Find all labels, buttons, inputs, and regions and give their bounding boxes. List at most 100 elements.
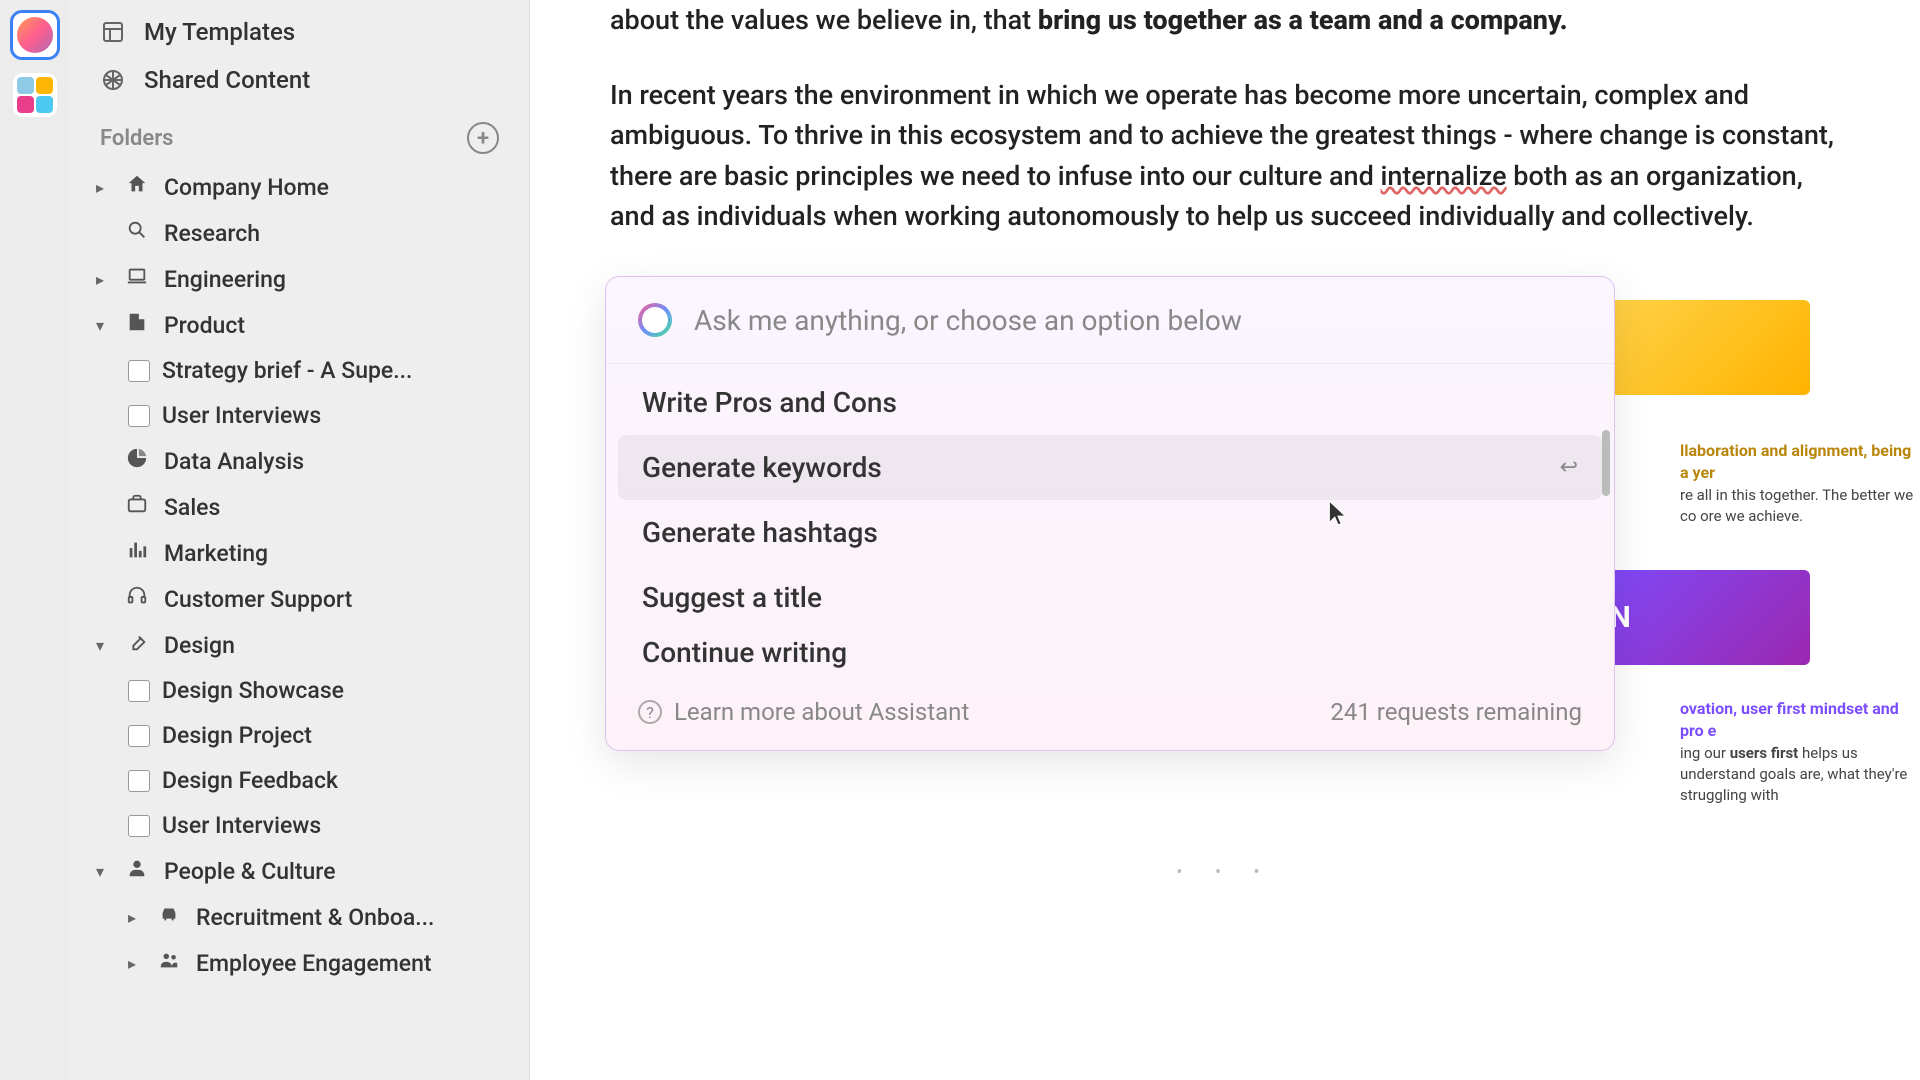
card-collaboration-text: llaboration and alignment, being a yer r…	[1680, 440, 1920, 527]
option-label: Generate keywords	[642, 451, 882, 484]
enter-key-icon: ↩	[1560, 455, 1578, 480]
app-icon-workspace[interactable]	[10, 70, 60, 120]
folder-label: Sales	[164, 494, 220, 521]
option-continue-writing[interactable]: Continue writing	[618, 630, 1602, 674]
folder-label: Data Analysis	[164, 448, 304, 475]
folder-label: Customer Support	[164, 586, 352, 613]
learn-more-link[interactable]: ? Learn more about Assistant	[638, 698, 969, 726]
nav-label: My Templates	[144, 18, 295, 46]
document-icon	[128, 680, 150, 702]
option-label: Write Pros and Cons	[642, 386, 897, 419]
folder-label: People & Culture	[164, 858, 336, 885]
folder-label: Employee Engagement	[196, 950, 432, 977]
card-innovation-text: ovation, user first mindset and pro e in…	[1680, 698, 1920, 806]
template-icon	[100, 19, 126, 45]
nav-shared-content[interactable]: Shared Content	[88, 56, 511, 104]
document-canvas[interactable]: about the values we believe in, that bri…	[530, 0, 1920, 1080]
document-icon	[128, 405, 150, 427]
chart-icon	[126, 539, 152, 567]
doc-design-project[interactable]: Design Project	[88, 713, 511, 758]
doc-label: User Interviews	[162, 812, 321, 839]
folder-company-home[interactable]: ▸ Company Home	[88, 164, 511, 210]
text-fragment: about the values we believe in, that	[610, 4, 1038, 36]
doc-paragraph-2: In recent years the environment in which…	[610, 75, 1840, 237]
text-bold: bring us together as a team and a compan…	[1038, 4, 1568, 36]
doc-user-interviews-design[interactable]: User Interviews	[88, 803, 511, 848]
option-generate-keywords[interactable]: Generate keywords ↩	[618, 435, 1602, 500]
doc-user-interviews[interactable]: User Interviews	[88, 393, 511, 438]
doc-strategy-brief[interactable]: Strategy brief - A Supe...	[88, 348, 511, 393]
document-icon	[128, 770, 150, 792]
option-pros-cons[interactable]: Write Pros and Cons	[618, 370, 1602, 435]
folder-marketing[interactable]: Marketing	[88, 530, 511, 576]
doc-label: Design Feedback	[162, 767, 338, 794]
doc-label: Design Showcase	[162, 677, 344, 704]
pen-icon	[126, 631, 152, 659]
app-logo-icon	[17, 17, 53, 53]
nav-my-templates[interactable]: My Templates	[88, 8, 511, 56]
chevron-right-icon: ▸	[128, 908, 146, 927]
share-icon	[100, 67, 126, 93]
chevron-right-icon: ▸	[96, 178, 114, 197]
assistant-input[interactable]	[694, 304, 1582, 337]
person-icon	[126, 857, 152, 885]
page-more-indicator: • • •	[1176, 862, 1273, 883]
document-icon	[128, 360, 150, 382]
briefcase-icon	[126, 493, 152, 521]
folder-label: Company Home	[164, 174, 329, 201]
card-body: re all in this together. The better we c…	[1680, 485, 1920, 527]
building-icon	[126, 311, 152, 339]
home-icon	[126, 173, 152, 201]
scrollbar-thumb[interactable]	[1602, 430, 1610, 496]
folder-sales[interactable]: Sales	[88, 484, 511, 530]
option-generate-hashtags[interactable]: Generate hashtags	[618, 500, 1602, 565]
option-label: Suggest a title	[642, 581, 822, 614]
requests-remaining: 241 requests remaining	[1330, 698, 1582, 726]
spellcheck-error[interactable]: internalize	[1381, 160, 1507, 192]
doc-design-feedback[interactable]: Design Feedback	[88, 758, 511, 803]
folder-label: Design	[164, 632, 235, 659]
search-icon	[126, 219, 152, 247]
folder-recruitment[interactable]: ▸ Recruitment & Onboa...	[88, 894, 511, 940]
car-icon	[158, 903, 184, 931]
assistant-popup: Write Pros and Cons Generate keywords ↩ …	[605, 276, 1615, 751]
app-icon-main[interactable]	[10, 10, 60, 60]
doc-paragraph-1: about the values we believe in, that bri…	[610, 0, 1840, 41]
folder-product[interactable]: ▾ Product	[88, 302, 511, 348]
laptop-icon	[126, 265, 152, 293]
help-icon: ?	[638, 700, 662, 724]
people-icon	[158, 949, 184, 977]
folder-people-culture[interactable]: ▾ People & Culture	[88, 848, 511, 894]
folder-label: Engineering	[164, 266, 286, 293]
doc-label: Strategy brief - A Supe...	[162, 357, 412, 384]
chevron-right-icon: ▸	[128, 954, 146, 973]
nav-label: Shared Content	[144, 66, 310, 94]
chevron-down-icon: ▾	[96, 316, 114, 335]
option-label: Generate hashtags	[642, 516, 878, 549]
folder-employee-engagement[interactable]: ▸ Employee Engagement	[88, 940, 511, 986]
document-icon	[128, 815, 150, 837]
doc-design-showcase[interactable]: Design Showcase	[88, 668, 511, 713]
chevron-down-icon: ▾	[96, 862, 114, 881]
pie-chart-icon	[126, 447, 152, 475]
add-folder-button[interactable]: +	[467, 122, 499, 154]
learn-more-label: Learn more about Assistant	[674, 698, 969, 726]
app-rail	[0, 0, 70, 1080]
folders-header: Folders +	[88, 104, 511, 164]
chevron-right-icon: ▸	[96, 270, 114, 289]
folder-label: Recruitment & Onboa...	[196, 904, 434, 931]
folder-data-analysis[interactable]: Data Analysis	[88, 438, 511, 484]
folders-label: Folders	[100, 126, 174, 151]
option-suggest-title[interactable]: Suggest a title	[618, 565, 1602, 630]
assistant-logo-icon	[638, 303, 672, 337]
folder-design[interactable]: ▾ Design	[88, 622, 511, 668]
workspace-grid-icon	[13, 73, 57, 117]
document-icon	[128, 725, 150, 747]
headset-icon	[126, 585, 152, 613]
option-label: Continue writing	[642, 636, 847, 669]
assistant-options-list: Write Pros and Cons Generate keywords ↩ …	[606, 364, 1614, 680]
chevron-down-icon: ▾	[96, 636, 114, 655]
folder-research[interactable]: Research	[88, 210, 511, 256]
folder-engineering[interactable]: ▸ Engineering	[88, 256, 511, 302]
folder-customer-support[interactable]: Customer Support	[88, 576, 511, 622]
